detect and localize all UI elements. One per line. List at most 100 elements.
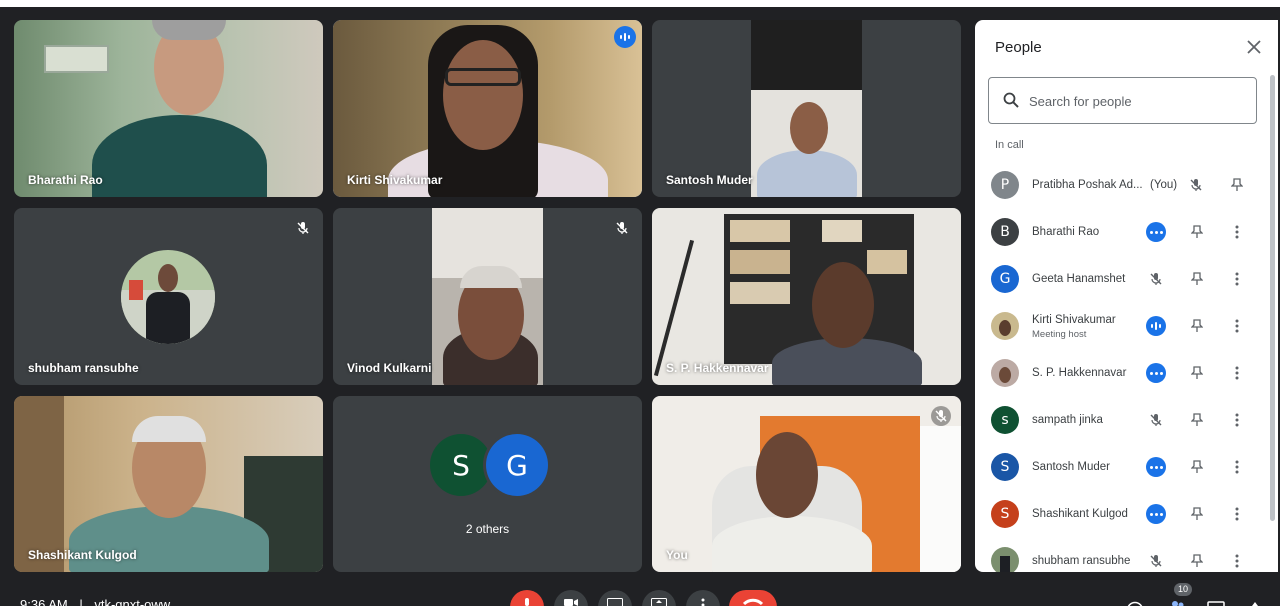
person-name: Pratibha Poshak Ad... <box>1032 179 1143 191</box>
mic-off-icon <box>525 598 529 606</box>
leave-call-button[interactable] <box>729 590 777 606</box>
meeting-code: vtk-gnxt-oww <box>94 597 171 606</box>
people-count-badge: 10 <box>1174 583 1192 596</box>
tile-name: Vinod Kulkarni <box>347 361 432 375</box>
person-name: Geeta Hanamshet <box>1032 273 1126 285</box>
audio-active-icon <box>1146 363 1166 383</box>
tile-name: You <box>666 548 688 562</box>
more-options-icon[interactable] <box>1227 551 1247 571</box>
more-vert-icon <box>701 598 705 606</box>
meeting-info: 9:36 AM | vtk-gnxt-oww <box>20 597 170 606</box>
camera-icon <box>564 599 578 606</box>
pin-icon[interactable] <box>1187 457 1207 477</box>
person-name: Bharathi Rao <box>1032 226 1100 238</box>
activities-icon[interactable] <box>1247 597 1263 606</box>
speaking-indicator-icon <box>614 26 636 48</box>
pin-icon[interactable] <box>1187 551 1207 571</box>
tile-name: Kirti Shivakumar <box>347 173 443 187</box>
mic-toggle-button[interactable] <box>510 590 544 606</box>
people-row[interactable]: shubham ransubhe <box>975 542 1270 572</box>
more-options-icon[interactable] <box>1227 363 1247 383</box>
present-icon <box>651 598 667 606</box>
audio-active-icon <box>1146 222 1166 242</box>
video-tile-sp-hakkennavar[interactable]: S. P. Hakkennavar <box>652 208 961 385</box>
people-icon[interactable] <box>1168 596 1186 606</box>
pin-icon[interactable] <box>1187 269 1207 289</box>
avatar <box>121 250 215 344</box>
more-options-icon[interactable] <box>1227 316 1247 336</box>
video-tile-bharathi-rao[interactable]: Bharathi Rao <box>14 20 323 197</box>
audio-active-icon <box>1146 457 1166 477</box>
video-tile-shubham-ransubhe[interactable]: shubham ransubhe <box>14 208 323 385</box>
meeting-details-icon[interactable] <box>1126 597 1144 606</box>
close-icon[interactable] <box>1243 36 1265 58</box>
chat-icon[interactable] <box>1207 597 1225 606</box>
people-row[interactable]: Kirti Shivakumar Meeting host <box>975 307 1270 354</box>
people-row[interactable]: S. P. Hakkennavar <box>975 354 1270 401</box>
person-role: Meeting host <box>1032 329 1087 340</box>
avatar <box>991 547 1019 572</box>
pin-icon[interactable] <box>1187 316 1207 336</box>
present-button[interactable] <box>642 590 676 606</box>
people-row[interactable]: P Pratibha Poshak Ad... (You) <box>975 166 1270 213</box>
pin-icon[interactable] <box>1187 504 1207 524</box>
person-name: shubham ransubhe <box>1032 555 1131 567</box>
person-name: Shashikant Kulgod <box>1032 508 1128 520</box>
pin-icon[interactable] <box>1187 222 1207 242</box>
avatar: s <box>991 406 1019 434</box>
audio-active-icon <box>1146 504 1166 524</box>
people-row[interactable]: G Geeta Hanamshet <box>975 260 1270 307</box>
pin-icon[interactable] <box>1227 175 1247 195</box>
pin-icon[interactable] <box>1187 410 1207 430</box>
avatar: P <box>991 171 1019 199</box>
more-options-icon[interactable] <box>1227 457 1247 477</box>
person-name: Kirti Shivakumar <box>1032 314 1116 326</box>
hang-up-icon <box>743 598 763 606</box>
people-row[interactable]: s sampath jinka <box>975 401 1270 448</box>
muted-mic-icon <box>1186 175 1206 195</box>
people-row[interactable]: S Santosh Muder <box>975 448 1270 495</box>
captions-button[interactable] <box>598 590 632 606</box>
separator: | <box>79 597 83 606</box>
section-label-in-call: In call <box>995 139 1024 151</box>
person-name: Santosh Muder <box>1032 461 1110 473</box>
video-tile-shashikant-kulgod[interactable]: Shashikant Kulgod <box>14 396 323 572</box>
avatar: B <box>991 218 1019 246</box>
video-tile-others[interactable]: S G 2 others <box>333 396 642 572</box>
tile-name: Shashikant Kulgod <box>28 548 137 562</box>
video-tile-santosh-muder[interactable]: Santosh Muder <box>652 20 961 197</box>
muted-mic-icon <box>293 218 313 238</box>
tile-name: Bharathi Rao <box>28 173 103 187</box>
people-row[interactable]: S Shashikant Kulgod <box>975 495 1270 542</box>
search-input[interactable] <box>1029 90 1239 112</box>
captions-icon <box>607 598 623 606</box>
more-options-icon[interactable] <box>1227 504 1247 524</box>
panel-scrollbar[interactable] <box>1270 75 1275 521</box>
search-box[interactable] <box>988 77 1257 124</box>
pin-icon[interactable] <box>1187 363 1207 383</box>
more-options-button[interactable] <box>686 590 720 606</box>
avatar <box>991 312 1019 340</box>
video-tile-kirti-shivakumar[interactable]: Kirti Shivakumar <box>333 20 642 197</box>
video-tile-you[interactable]: You <box>652 396 961 572</box>
muted-mic-icon <box>612 218 632 238</box>
avatar <box>991 359 1019 387</box>
people-row[interactable]: B Bharathi Rao <box>975 213 1270 260</box>
person-name: S. P. Hakkennavar <box>1032 367 1127 379</box>
you-tag: (You) <box>1150 179 1178 191</box>
more-options-icon[interactable] <box>1227 269 1247 289</box>
avatar: S <box>991 453 1019 481</box>
tile-name: S. P. Hakkennavar <box>666 361 769 375</box>
panel-title: People <box>995 39 1042 56</box>
muted-mic-icon <box>1146 410 1166 430</box>
video-tile-vinod-kulkarni[interactable]: Vinod Kulkarni <box>333 208 642 385</box>
search-icon <box>1003 92 1019 108</box>
people-panel: People In call P Pratibha Poshak Ad... (… <box>975 20 1278 572</box>
more-options-icon[interactable] <box>1227 410 1247 430</box>
more-options-icon[interactable] <box>1227 222 1247 242</box>
camera-toggle-button[interactable] <box>554 590 588 606</box>
avatar: S <box>991 500 1019 528</box>
muted-mic-icon <box>931 406 951 426</box>
avatar: S <box>430 434 492 496</box>
speaking-indicator-icon <box>1146 316 1166 336</box>
